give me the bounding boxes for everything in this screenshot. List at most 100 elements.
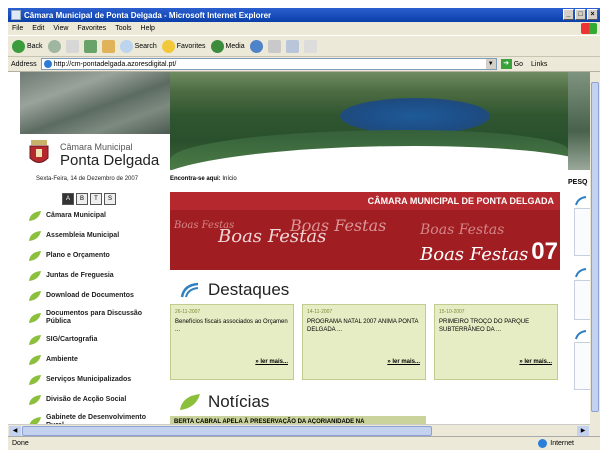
nav-label: Divisão de Acção Social bbox=[46, 396, 127, 403]
breadcrumb: Encontra-se aqui: Início bbox=[170, 176, 237, 182]
leaf-icon bbox=[29, 313, 41, 323]
vertical-scroll-thumb[interactable] bbox=[591, 82, 599, 412]
nav-sig-cartografia[interactable]: SIG/Cartografia bbox=[24, 330, 164, 350]
nav-label: Documentos para Discussão Pública bbox=[46, 310, 143, 325]
print-button[interactable] bbox=[285, 39, 299, 53]
back-button[interactable]: Back bbox=[12, 39, 43, 53]
search-section-label: PESQ bbox=[568, 179, 588, 186]
tool-button-a[interactable]: A bbox=[62, 193, 74, 205]
read-more-link[interactable]: » ler mais... bbox=[255, 359, 288, 365]
favorites-button[interactable]: Favorites bbox=[161, 39, 206, 53]
menu-view[interactable]: View bbox=[53, 25, 68, 32]
leaf-icon bbox=[29, 211, 41, 221]
menu-help[interactable]: Help bbox=[141, 25, 155, 32]
minimize-button[interactable]: _ bbox=[563, 9, 574, 20]
wave-badge-icon bbox=[575, 330, 587, 340]
address-bar: Address http://cm-pontadelgada.azoresdig… bbox=[8, 57, 600, 72]
address-input[interactable]: http://cm-pontadelgada.azoresdigital.pt/… bbox=[40, 58, 497, 70]
nav-ambiente[interactable]: Ambiente bbox=[24, 350, 164, 370]
go-label: Go bbox=[513, 60, 524, 68]
breadcrumb-home-link[interactable]: Início bbox=[222, 176, 236, 182]
home-button[interactable] bbox=[101, 39, 115, 53]
destaque-card[interactable]: 14-11-2007 PROGRAMA NATAL 2007 ANIMA PON… bbox=[302, 304, 426, 380]
promo-script: Boas Festas bbox=[420, 222, 505, 238]
close-button[interactable]: × bbox=[587, 9, 598, 20]
noticias-title: Notícias bbox=[208, 392, 270, 411]
nav-label: SIG/Cartografia bbox=[46, 336, 98, 343]
boas-festas-promo-banner[interactable]: CÂMARA MUNICIPAL DE PONTA DELGADA Boas F… bbox=[170, 192, 560, 270]
window-titlebar: Câmara Municipal de Ponta Delgada - Micr… bbox=[8, 8, 600, 22]
leaf-icon bbox=[29, 271, 41, 281]
stop-button[interactable] bbox=[65, 39, 79, 53]
destaque-card[interactable]: 26-11-2007 Benefícios fiscais associados… bbox=[170, 304, 294, 380]
leaf-icon bbox=[29, 231, 41, 241]
leaf-icon bbox=[29, 355, 41, 365]
page-icon bbox=[43, 60, 52, 68]
leaf-icon bbox=[29, 375, 41, 385]
nav-label: Juntas de Freguesia bbox=[46, 272, 114, 279]
window-title: Câmara Municipal de Ponta Delgada - Micr… bbox=[24, 10, 272, 20]
nav-assembleia-municipal[interactable]: Assembleia Municipal bbox=[24, 226, 164, 246]
read-more-link[interactable]: » ler mais... bbox=[387, 359, 420, 365]
history-button[interactable] bbox=[249, 39, 263, 53]
brand-title: Ponta Delgada bbox=[60, 152, 160, 169]
search-button[interactable]: Search bbox=[119, 39, 157, 53]
menu-tools[interactable]: Tools bbox=[115, 25, 131, 32]
promo-script: Boas Festas bbox=[420, 244, 529, 265]
nav-label: Serviços Municipalizados bbox=[46, 376, 132, 383]
scroll-right-icon[interactable]: ▶ bbox=[577, 426, 589, 436]
destaque-card[interactable]: 15-10-2007 PRIMEIRO TROÇO DO PARQUE SUBT… bbox=[434, 304, 558, 380]
menu-edit[interactable]: Edit bbox=[32, 25, 44, 32]
nav-label: Ambiente bbox=[46, 356, 78, 363]
media-button[interactable]: Media bbox=[210, 39, 245, 53]
refresh-button[interactable] bbox=[83, 39, 97, 53]
nav-servicos-municipalizados[interactable]: Serviços Municipalizados bbox=[24, 370, 164, 390]
tool-button-t[interactable]: T bbox=[90, 193, 102, 205]
horizontal-scroll-thumb[interactable] bbox=[22, 426, 432, 436]
forward-button[interactable] bbox=[47, 39, 61, 53]
vertical-scrollbar[interactable] bbox=[590, 72, 600, 436]
tool-button-b[interactable]: B bbox=[76, 193, 88, 205]
back-label: Back bbox=[27, 42, 43, 50]
card-text: Benefícios fiscais associados ao Orçamen… bbox=[175, 319, 288, 333]
current-date: Sexta-Feira, 14 de Dezembro de 2007 bbox=[36, 176, 139, 182]
page-viewport: Câmara Municipal Ponta Delgada Sexta-Fei… bbox=[8, 72, 600, 436]
horizontal-scrollbar[interactable]: ◀ ▶ bbox=[8, 424, 590, 436]
read-more-link[interactable]: » ler mais... bbox=[519, 359, 552, 365]
links-button[interactable]: Links bbox=[531, 61, 547, 68]
brand-subtitle: Câmara Municipal bbox=[60, 142, 133, 152]
nav-download-documentos[interactable]: Download de Documentos bbox=[24, 286, 164, 306]
address-url: http://cm-pontadelgada.azoresdigital.pt/ bbox=[53, 60, 177, 68]
ie-icon bbox=[11, 10, 21, 20]
leaf-icon bbox=[29, 335, 41, 345]
nav-accao-social[interactable]: Divisão de Acção Social bbox=[24, 390, 164, 410]
nav-juntas-freguesia[interactable]: Juntas de Freguesia bbox=[24, 266, 164, 286]
nav-camara-municipal[interactable]: Câmara Municipal bbox=[24, 206, 164, 226]
menu-favorites[interactable]: Favorites bbox=[77, 25, 106, 32]
scroll-left-icon[interactable]: ◀ bbox=[9, 426, 21, 436]
tool-button-s[interactable]: S bbox=[104, 193, 116, 205]
destaques-title: Destaques bbox=[208, 280, 290, 299]
leaf-icon bbox=[29, 395, 41, 405]
nav-label: Plano e Orçamento bbox=[46, 252, 110, 259]
maximize-button[interactable]: □ bbox=[575, 9, 586, 20]
crater-lake bbox=[340, 98, 490, 134]
header-banner-photo bbox=[170, 72, 568, 170]
nav-plano-orcamento[interactable]: Plano e Orçamento bbox=[24, 246, 164, 266]
address-label: Address bbox=[11, 60, 37, 68]
chevron-down-icon[interactable]: ▼ bbox=[485, 59, 496, 69]
favorites-label: Favorites bbox=[176, 42, 206, 50]
go-button[interactable]: ➜ Go bbox=[500, 59, 524, 69]
wave-badge-icon bbox=[180, 282, 199, 298]
wave-badge-icon bbox=[575, 268, 587, 278]
promo-title: CÂMARA MUNICIPAL DE PONTA DELGADA bbox=[367, 196, 554, 206]
nav-documentos-discussao[interactable]: Documentos para Discussão Pública bbox=[24, 306, 164, 330]
window-controls: _ □ × bbox=[563, 9, 598, 20]
zone-label: Internet bbox=[550, 440, 574, 447]
edit-button[interactable] bbox=[303, 39, 317, 53]
menu-file[interactable]: File bbox=[12, 25, 23, 32]
leaf-icon bbox=[180, 394, 200, 410]
globe-icon bbox=[538, 439, 548, 448]
mail-button[interactable] bbox=[267, 39, 281, 53]
media-icon bbox=[210, 39, 224, 53]
